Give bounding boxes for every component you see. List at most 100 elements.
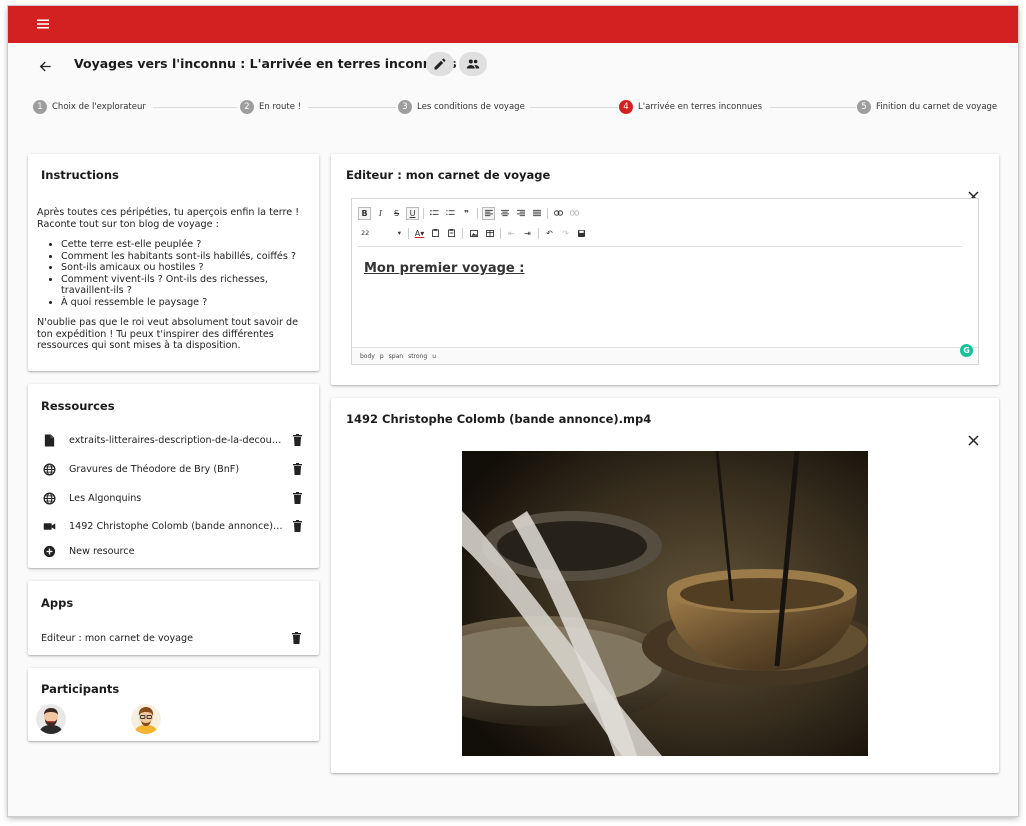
editor-toolbar-row-1: B I S U ❞ — [352, 204, 978, 222]
pencil-icon — [434, 58, 446, 70]
globe-icon — [42, 462, 56, 476]
resource-item: 1492 Christophe Colomb (bande annonce).m… — [42, 517, 304, 535]
step-number: 4 — [619, 100, 633, 114]
image-icon[interactable] — [467, 227, 480, 240]
close-icon[interactable] — [965, 432, 981, 448]
step-5[interactable]: 5 Finition du carnet de voyage — [857, 100, 997, 114]
delete-icon[interactable] — [290, 462, 304, 476]
participants-button[interactable] — [459, 52, 487, 76]
instructions-body: Après toutes ces péripéties, tu aperçois… — [37, 207, 309, 352]
resources-card: Ressources extraits-litteraires-descript… — [28, 384, 319, 568]
blockquote-icon[interactable]: ❞ — [460, 207, 473, 220]
videocam-icon — [42, 519, 56, 533]
step-1[interactable]: 1 Choix de l'explorateur — [33, 100, 146, 114]
instructions-card: Instructions Après toutes ces péripéties… — [28, 154, 319, 371]
step-number: 2 — [240, 100, 254, 114]
align-center-icon[interactable] — [498, 207, 511, 220]
step-3[interactable]: 3 Les conditions de voyage — [398, 100, 525, 114]
delete-icon[interactable] — [290, 491, 304, 505]
resource-link[interactable]: 1492 Christophe Colomb (bande annonce).m… — [69, 521, 285, 532]
step-label: En route ! — [259, 102, 302, 112]
title-bar: Voyages vers l'inconnu : L'arrivée en te… — [8, 44, 1018, 86]
avatar[interactable] — [36, 704, 66, 734]
apps-title: Apps — [41, 596, 74, 610]
step-number: 5 — [857, 100, 871, 114]
bold-button[interactable]: B — [358, 206, 371, 220]
instructions-title: Instructions — [41, 168, 119, 182]
instructions-intro-1: Après toutes ces péripéties, tu aperçois… — [37, 207, 300, 218]
resource-item: Gravures de Théodore de Bry (BnF) — [42, 460, 304, 478]
indent-icon[interactable]: ⇥ — [521, 227, 534, 240]
path-item[interactable]: body — [360, 353, 375, 360]
path-item[interactable]: strong — [408, 353, 427, 360]
step-4[interactable]: 4 L'arrivée en terres inconnues — [619, 100, 762, 114]
grammarly-icon[interactable]: G — [960, 344, 973, 357]
add-circle-icon — [42, 544, 56, 558]
page-title: Voyages vers l'inconnu : L'arrivée en te… — [74, 56, 457, 71]
step-2[interactable]: 2 En route ! — [240, 100, 301, 114]
align-justify-icon[interactable] — [530, 207, 543, 220]
underline-button[interactable]: U — [406, 206, 419, 220]
redo-icon[interactable]: ↷ — [559, 227, 572, 240]
editor-title: Editeur : mon carnet de voyage — [346, 168, 551, 182]
align-left-icon[interactable] — [482, 206, 495, 220]
editor-content[interactable]: Mon premier voyage : — [364, 261, 524, 276]
numbered-list-icon[interactable] — [444, 207, 457, 220]
instructions-intro-2: Raconte tout sur ton blog de voyage : — [37, 218, 219, 230]
app-link[interactable]: Editeur : mon carnet de voyage — [41, 633, 271, 644]
table-icon[interactable] — [483, 227, 496, 240]
align-right-icon[interactable] — [514, 207, 527, 220]
step-label: Choix de l'explorateur — [52, 102, 146, 112]
instructions-list: Cette terre est-elle peuplée ? Comment l… — [61, 239, 309, 308]
path-item[interactable]: p — [380, 353, 384, 360]
strikethrough-button[interactable]: S — [390, 207, 403, 220]
app-bar — [8, 6, 1018, 43]
arrow-back-icon[interactable] — [34, 55, 56, 77]
list-item: Comment les habitants sont-ils habillés,… — [61, 251, 309, 263]
paste-word-icon[interactable] — [445, 227, 458, 240]
resource-link[interactable]: extraits-litteraires-description-de-la-d… — [69, 435, 285, 446]
participants-card: Participants — [28, 668, 319, 741]
video-card: 1492 Christophe Colomb (bande annonce).m… — [331, 398, 999, 773]
text-color-icon[interactable]: A▾ — [413, 227, 426, 240]
edit-button[interactable] — [426, 52, 454, 76]
unlink-icon[interactable] — [568, 207, 581, 220]
link-icon[interactable] — [552, 207, 565, 220]
list-item: Comment vivent-ils ? Ont-ils des richess… — [61, 274, 309, 297]
delete-icon[interactable] — [289, 631, 303, 645]
list-item: À quoi ressemble le paysage ? — [61, 297, 309, 309]
step-label: Les conditions de voyage — [417, 102, 525, 112]
editor-toolbar-row-2: 22 ▾ A▾ ⇤ ⇥ ↶ ↷ — [352, 224, 978, 242]
resources-title: Ressources — [41, 399, 115, 413]
undo-icon[interactable]: ↶ — [543, 227, 556, 240]
font-size-value: 22 — [361, 229, 370, 237]
bullet-list-icon[interactable] — [428, 207, 441, 220]
video-title: 1492 Christophe Colomb (bande annonce).m… — [346, 412, 652, 426]
outdent-icon[interactable]: ⇤ — [505, 227, 518, 240]
new-resource-label: New resource — [69, 545, 135, 557]
menu-icon[interactable] — [32, 13, 54, 35]
font-size-select[interactable]: 22 ▾ — [358, 227, 404, 240]
path-item[interactable]: span — [389, 353, 403, 360]
list-item: Sont-ils amicaux ou hostiles ? — [61, 262, 309, 274]
new-resource-button[interactable]: New resource — [42, 542, 304, 560]
step-label: L'arrivée en terres inconnues — [638, 102, 763, 112]
resource-link[interactable]: Les Algonquins — [69, 493, 285, 504]
avatar[interactable] — [131, 704, 161, 734]
list-item: Cette terre est-elle peuplée ? — [61, 239, 309, 251]
video-player[interactable] — [462, 451, 868, 756]
app-window: Voyages vers l'inconnu : L'arrivée en te… — [8, 6, 1018, 816]
file-icon — [42, 433, 56, 447]
instructions-outro: N'oublie pas que le roi veut absolument … — [37, 317, 299, 351]
path-item[interactable]: u — [432, 353, 436, 360]
delete-icon[interactable] — [290, 519, 304, 533]
italic-button[interactable]: I — [374, 207, 387, 220]
editor-card: Editeur : mon carnet de voyage B I S U ❞ — [331, 154, 999, 385]
step-number: 1 — [33, 100, 47, 114]
delete-icon[interactable] — [290, 433, 304, 447]
stepper: 1 Choix de l'explorateur 2 En route ! 3 … — [8, 98, 1018, 118]
resource-link[interactable]: Gravures de Théodore de Bry (BnF) — [69, 464, 285, 475]
app-item: Editeur : mon carnet de voyage — [41, 629, 303, 647]
paste-text-icon[interactable] — [429, 227, 442, 240]
save-icon[interactable] — [575, 227, 588, 240]
